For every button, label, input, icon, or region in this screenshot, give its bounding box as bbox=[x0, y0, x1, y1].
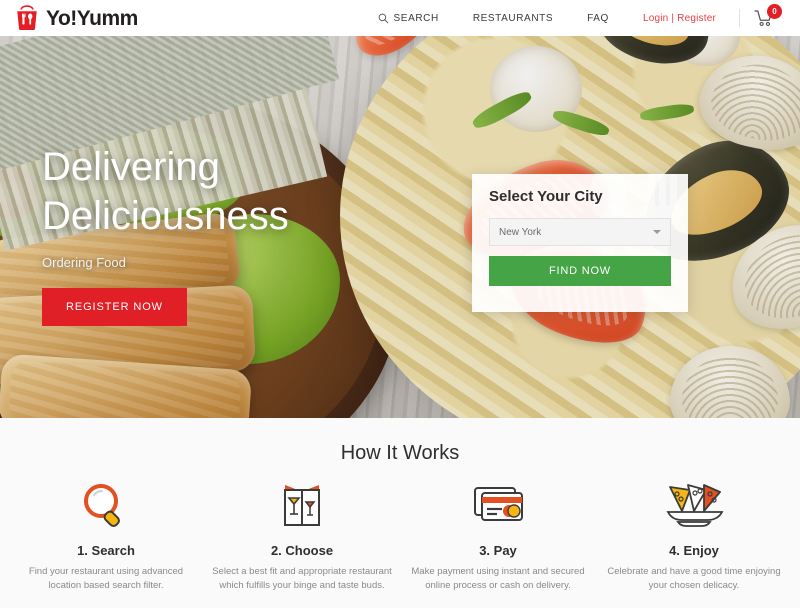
card-title: Select Your City bbox=[489, 188, 603, 205]
select-city-card: Select Your City New York FIND NOW bbox=[472, 174, 688, 312]
nav-divider bbox=[739, 9, 740, 27]
page-root: Yo!Yumm SEARCH RESTAURANTS FAQ Login | R… bbox=[0, 0, 800, 608]
menu-card-cocktails-icon bbox=[284, 485, 320, 526]
step-search-icon-wrap bbox=[16, 479, 196, 533]
step-choose-title: 2. Choose bbox=[270, 543, 334, 558]
chevron-down-icon bbox=[653, 230, 661, 234]
site-header: Yo!Yumm SEARCH RESTAURANTS FAQ Login | R… bbox=[0, 0, 800, 36]
step-pay-icon-wrap bbox=[408, 479, 588, 533]
step-enjoy: 4. Enjoy Celebrate and have a good time … bbox=[596, 479, 792, 593]
step-search-title: 1. Search bbox=[77, 543, 135, 558]
step-enjoy-desc: Celebrate and have a good time enjoying … bbox=[607, 566, 781, 591]
cart-button[interactable]: 0 bbox=[746, 4, 786, 27]
step-enjoy-title: 4. Enjoy bbox=[669, 543, 719, 558]
hero-copy: Delivering Deliciousness Ordering Food R… bbox=[42, 143, 289, 326]
nav-restaurants-label: RESTAURANTS bbox=[472, 12, 554, 24]
nav-search[interactable]: SEARCH bbox=[361, 13, 456, 24]
auth-label: Login | Register bbox=[642, 12, 716, 24]
register-now-button[interactable]: REGISTER NOW bbox=[42, 288, 187, 326]
search-icon bbox=[378, 13, 388, 23]
how-it-works-section: How It Works 1. Search Find your restaur… bbox=[0, 418, 800, 608]
nav-restaurants[interactable]: RESTAURANTS bbox=[456, 13, 570, 24]
nav-search-label: SEARCH bbox=[393, 12, 439, 24]
city-select[interactable]: New York bbox=[489, 218, 671, 246]
credit-cards-icon bbox=[474, 487, 523, 521]
city-select-value: New York bbox=[499, 226, 542, 238]
cart-count-badge: 0 bbox=[767, 4, 782, 19]
hero-title-line1: Delivering bbox=[42, 145, 220, 189]
how-it-works-title: How It Works bbox=[340, 442, 460, 464]
logo[interactable]: Yo!Yumm bbox=[14, 5, 138, 31]
magnifier-icon bbox=[84, 484, 120, 528]
logo-text: Yo!Yumm bbox=[46, 6, 138, 30]
find-now-button[interactable]: FIND NOW bbox=[489, 256, 671, 286]
hero-title-line2: Deliciousness bbox=[42, 194, 289, 238]
step-enjoy-icon-wrap bbox=[604, 479, 784, 533]
nav-faq[interactable]: FAQ bbox=[570, 13, 626, 24]
step-pay-title: 3. Pay bbox=[479, 543, 517, 558]
step-search: 1. Search Find your restaurant using adv… bbox=[8, 479, 204, 593]
how-it-works-steps: 1. Search Find your restaurant using adv… bbox=[0, 479, 800, 593]
hero-subtitle: Ordering Food bbox=[42, 255, 126, 270]
step-choose-icon-wrap bbox=[212, 479, 392, 533]
step-choose: 2. Choose Select a best fit and appropri… bbox=[204, 479, 400, 593]
main-nav: SEARCH RESTAURANTS FAQ Login | Register … bbox=[361, 4, 786, 27]
nav-faq-label: FAQ bbox=[587, 12, 609, 24]
step-pay: 3. Pay Make payment using instant and se… bbox=[400, 479, 596, 593]
step-pay-desc: Make payment using instant and secured o… bbox=[411, 566, 585, 591]
takeout-bag-fork-spoon-icon bbox=[17, 5, 37, 31]
step-search-desc: Find your restaurant using advanced loca… bbox=[28, 566, 184, 591]
hero-banner: Delivering Deliciousness Ordering Food R… bbox=[0, 36, 800, 418]
nav-login-register[interactable]: Login | Register bbox=[626, 13, 733, 24]
pizza-slices-plate-icon bbox=[666, 484, 724, 527]
step-choose-desc: Select a best fit and appropriate restau… bbox=[212, 566, 392, 591]
